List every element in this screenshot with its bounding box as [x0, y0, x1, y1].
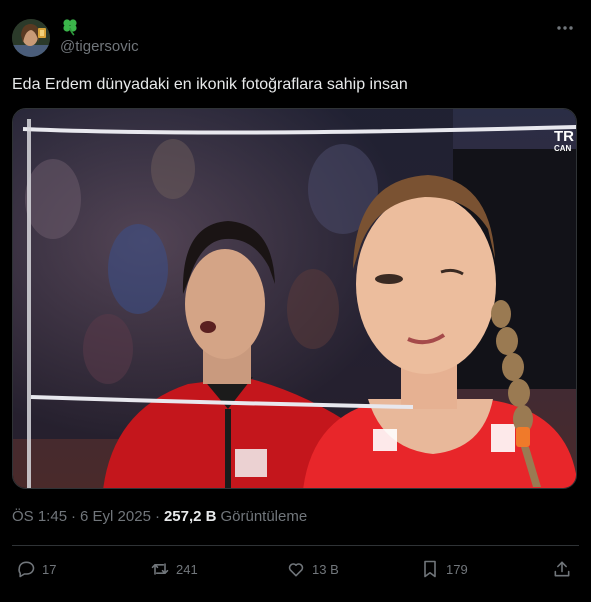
bookmark-icon — [424, 560, 436, 578]
more-icon — [557, 26, 573, 30]
avatar[interactable] — [12, 19, 50, 57]
photo — [13, 109, 576, 488]
meta-separator: · — [154, 508, 160, 525]
share-icon — [554, 561, 570, 577]
heart-icon — [288, 563, 304, 577]
views-label: Görüntüleme — [220, 508, 308, 525]
four-leaf-clover-icon — [63, 19, 77, 36]
reply-count: 17 — [42, 561, 57, 577]
divider — [12, 545, 579, 546]
reply-icon — [18, 561, 35, 578]
repost-icon — [151, 563, 169, 575]
avatar-image — [12, 19, 50, 57]
tweet-time[interactable]: ÖS 1:45 — [12, 508, 67, 525]
like-count: 13 B — [312, 561, 339, 577]
tweet-metadata: ÖS 1:45 · 6 Eyl 2025 · 257,2 B Görüntüle… — [12, 508, 307, 525]
like-button[interactable]: 13 B — [286, 553, 339, 585]
repost-count: 241 — [176, 561, 198, 577]
meta-separator: · — [71, 508, 77, 525]
tweet-media-image[interactable]: TR CAN — [12, 108, 577, 489]
bookmark-button[interactable]: 179 — [420, 553, 468, 585]
action-bar: 17 241 13 B 179 — [12, 553, 579, 585]
user-handle[interactable]: @tigersovic — [60, 38, 139, 55]
broadcaster-logo: TR CAN — [554, 129, 574, 153]
views-count: 257,2 B — [163, 508, 217, 525]
display-name[interactable] — [60, 17, 80, 37]
more-options-button[interactable] — [553, 18, 577, 38]
reply-button[interactable]: 17 — [16, 553, 56, 585]
tweet-date[interactable]: 6 Eyl 2025 — [80, 508, 151, 525]
tweet-text: Eda Erdem dünyadaki en ikonik fotoğrafla… — [12, 76, 408, 93]
share-button[interactable] — [552, 553, 572, 585]
repost-button[interactable]: 241 — [150, 553, 198, 585]
tweet: @tigersovic Eda Erdem dünyadaki en ikoni… — [0, 0, 591, 602]
bookmark-count: 179 — [446, 561, 468, 577]
